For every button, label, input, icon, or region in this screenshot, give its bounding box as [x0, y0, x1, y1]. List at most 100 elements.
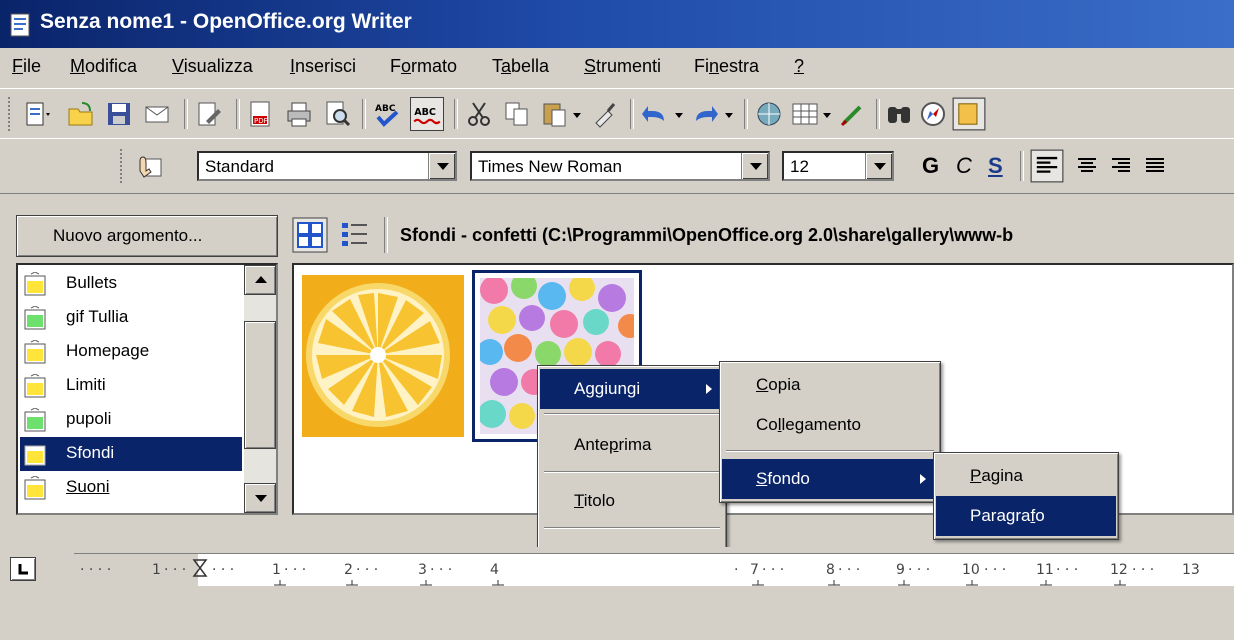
theme-folder-icon [24, 340, 46, 364]
list-item[interactable]: gif Tullia [20, 301, 242, 335]
tab-stop-type-button[interactable] [10, 557, 36, 581]
find-replace-icon[interactable] [884, 99, 914, 129]
svg-text:· · ·: · · · [284, 562, 306, 578]
menu-bar: File Modifica Visualizza Inserisci Forma… [0, 48, 1234, 88]
menu-item-sfondo[interactable]: Sfondo [722, 459, 938, 499]
redo-icon[interactable] [690, 99, 720, 129]
align-right-icon[interactable] [1106, 151, 1136, 181]
arrow-down-icon [255, 495, 267, 502]
open-folder-icon[interactable] [66, 99, 96, 129]
svg-text:· · ·: · · · [908, 562, 930, 578]
menu-finestra[interactable]: Finestra [694, 56, 759, 77]
menu-file[interactable]: File [12, 56, 41, 77]
table-dropdown-icon[interactable] [820, 99, 834, 129]
submenu-aggiungi: Copia Collegamento Sfondo [719, 361, 941, 503]
font-name-select[interactable]: Times New Roman [470, 151, 770, 181]
svg-text:7: 7 [750, 562, 759, 578]
new-theme-button[interactable]: Nuovo argomento... [16, 215, 278, 257]
list-item[interactable]: Bullets [20, 267, 242, 301]
menu-tabella[interactable]: Tabella [492, 56, 549, 77]
cut-icon[interactable] [464, 99, 494, 129]
print-icon[interactable] [284, 99, 314, 129]
paste-icon[interactable] [540, 99, 570, 129]
chevron-down-icon[interactable] [741, 153, 768, 179]
align-left-icon[interactable] [1030, 149, 1064, 183]
copy-icon[interactable] [502, 99, 532, 129]
title-bar: Senza nome1 - OpenOffice.org Writer [0, 0, 1234, 48]
indent-marker-icon [192, 559, 208, 577]
page-preview-icon[interactable] [322, 99, 352, 129]
menu-item-pagina[interactable]: Pagina [936, 456, 1116, 496]
font-size-select[interactable]: 12 [782, 151, 894, 181]
paragraph-style-select[interactable]: Standard [197, 151, 457, 181]
arrow-up-icon [255, 276, 267, 283]
new-document-icon[interactable] [22, 99, 52, 129]
menu-strumenti[interactable]: Strumenti [584, 56, 661, 77]
scroll-up-button[interactable] [244, 265, 276, 295]
svg-text:· · · ·: · · · · [80, 562, 111, 578]
navigator-icon[interactable] [918, 99, 948, 129]
list-item[interactable]: Suoni [20, 471, 242, 511]
toolbar-grip[interactable] [120, 149, 126, 183]
format-paintbrush-icon[interactable] [590, 99, 620, 129]
svg-text:13: 13 [1182, 562, 1200, 578]
svg-text:10: 10 [962, 562, 980, 578]
list-item[interactable]: pupoli [20, 403, 242, 437]
menu-modifica[interactable]: Modifica [70, 56, 137, 77]
theme-folder-icon [24, 408, 46, 432]
font-name-value: Times New Roman [478, 157, 622, 176]
undo-icon[interactable] [640, 99, 670, 129]
redo-dropdown-icon[interactable] [722, 99, 736, 129]
horizontal-ruler[interactable]: · · · · 1 · · · · · · 1 · · · 2 · · · 3 · · … [74, 553, 1234, 586]
justify-icon[interactable] [1140, 151, 1170, 181]
theme-list[interactable]: Bullets gif Tullia Homepage Limiti pupol… [16, 263, 278, 515]
undo-dropdown-icon[interactable] [672, 99, 686, 129]
detailed-view-icon[interactable] [338, 219, 372, 251]
underline-button[interactable]: S [988, 153, 1003, 179]
icon-view-icon[interactable] [292, 217, 328, 253]
save-icon[interactable] [104, 99, 134, 129]
menu-visualizza[interactable]: Visualizza [172, 56, 253, 77]
hyperlink-icon[interactable] [754, 99, 784, 129]
list-item-selected[interactable]: Sfondi [20, 437, 242, 471]
menu-formato[interactable]: Formato [390, 56, 457, 77]
bold-button[interactable]: G [922, 153, 939, 179]
menu-item-anteprima[interactable]: Anteprima [540, 425, 724, 465]
svg-text:1: 1 [272, 562, 281, 578]
svg-text:3: 3 [418, 562, 427, 578]
menu-item-aggiungi[interactable]: Aggiungi [540, 369, 724, 409]
menu-inserisci[interactable]: Inserisci [290, 56, 356, 77]
italic-button[interactable]: C [956, 153, 972, 179]
email-icon[interactable] [142, 99, 172, 129]
list-item[interactable]: Homepage [20, 335, 242, 369]
autospellcheck-icon[interactable]: ABC [410, 97, 444, 131]
ruler-label: 1 [152, 562, 161, 578]
new-theme-label: Nuovo argomento... [53, 226, 203, 245]
scroll-thumb[interactable] [244, 321, 276, 449]
spellcheck-icon[interactable]: ABC [372, 99, 402, 129]
writer-app-icon[interactable] [8, 12, 34, 38]
gallery-toggle-icon[interactable] [952, 97, 986, 131]
edit-file-icon[interactable] [194, 99, 224, 129]
chevron-down-icon[interactable] [428, 153, 455, 179]
orange-slice-thumbnail[interactable] [302, 275, 464, 437]
toolbar-grip[interactable] [8, 97, 14, 131]
svg-text:·: · [734, 562, 738, 578]
show-draw-functions-icon[interactable] [838, 99, 868, 129]
align-center-icon[interactable] [1072, 151, 1102, 181]
table-icon[interactable] [790, 99, 820, 129]
menu-help[interactable]: ? [794, 56, 804, 77]
menu-item-paragrafo[interactable]: Paragrafo [936, 496, 1116, 536]
chevron-down-icon[interactable] [865, 153, 892, 179]
export-pdf-icon[interactable]: PDF [246, 99, 276, 129]
theme-list-scrollbar[interactable] [244, 265, 276, 513]
styles-formatting-icon[interactable] [134, 151, 164, 181]
menu-item-collegamento[interactable]: Collegamento [722, 405, 938, 445]
paste-dropdown-icon[interactable] [570, 99, 584, 129]
list-item[interactable]: Limiti [20, 369, 242, 403]
menu-item-titolo[interactable]: Titolo [540, 481, 724, 521]
scroll-down-button[interactable] [244, 483, 276, 513]
menu-item-copia[interactable]: Copia [722, 365, 938, 405]
svg-text:9: 9 [896, 562, 905, 578]
left-tab-icon [18, 564, 28, 575]
